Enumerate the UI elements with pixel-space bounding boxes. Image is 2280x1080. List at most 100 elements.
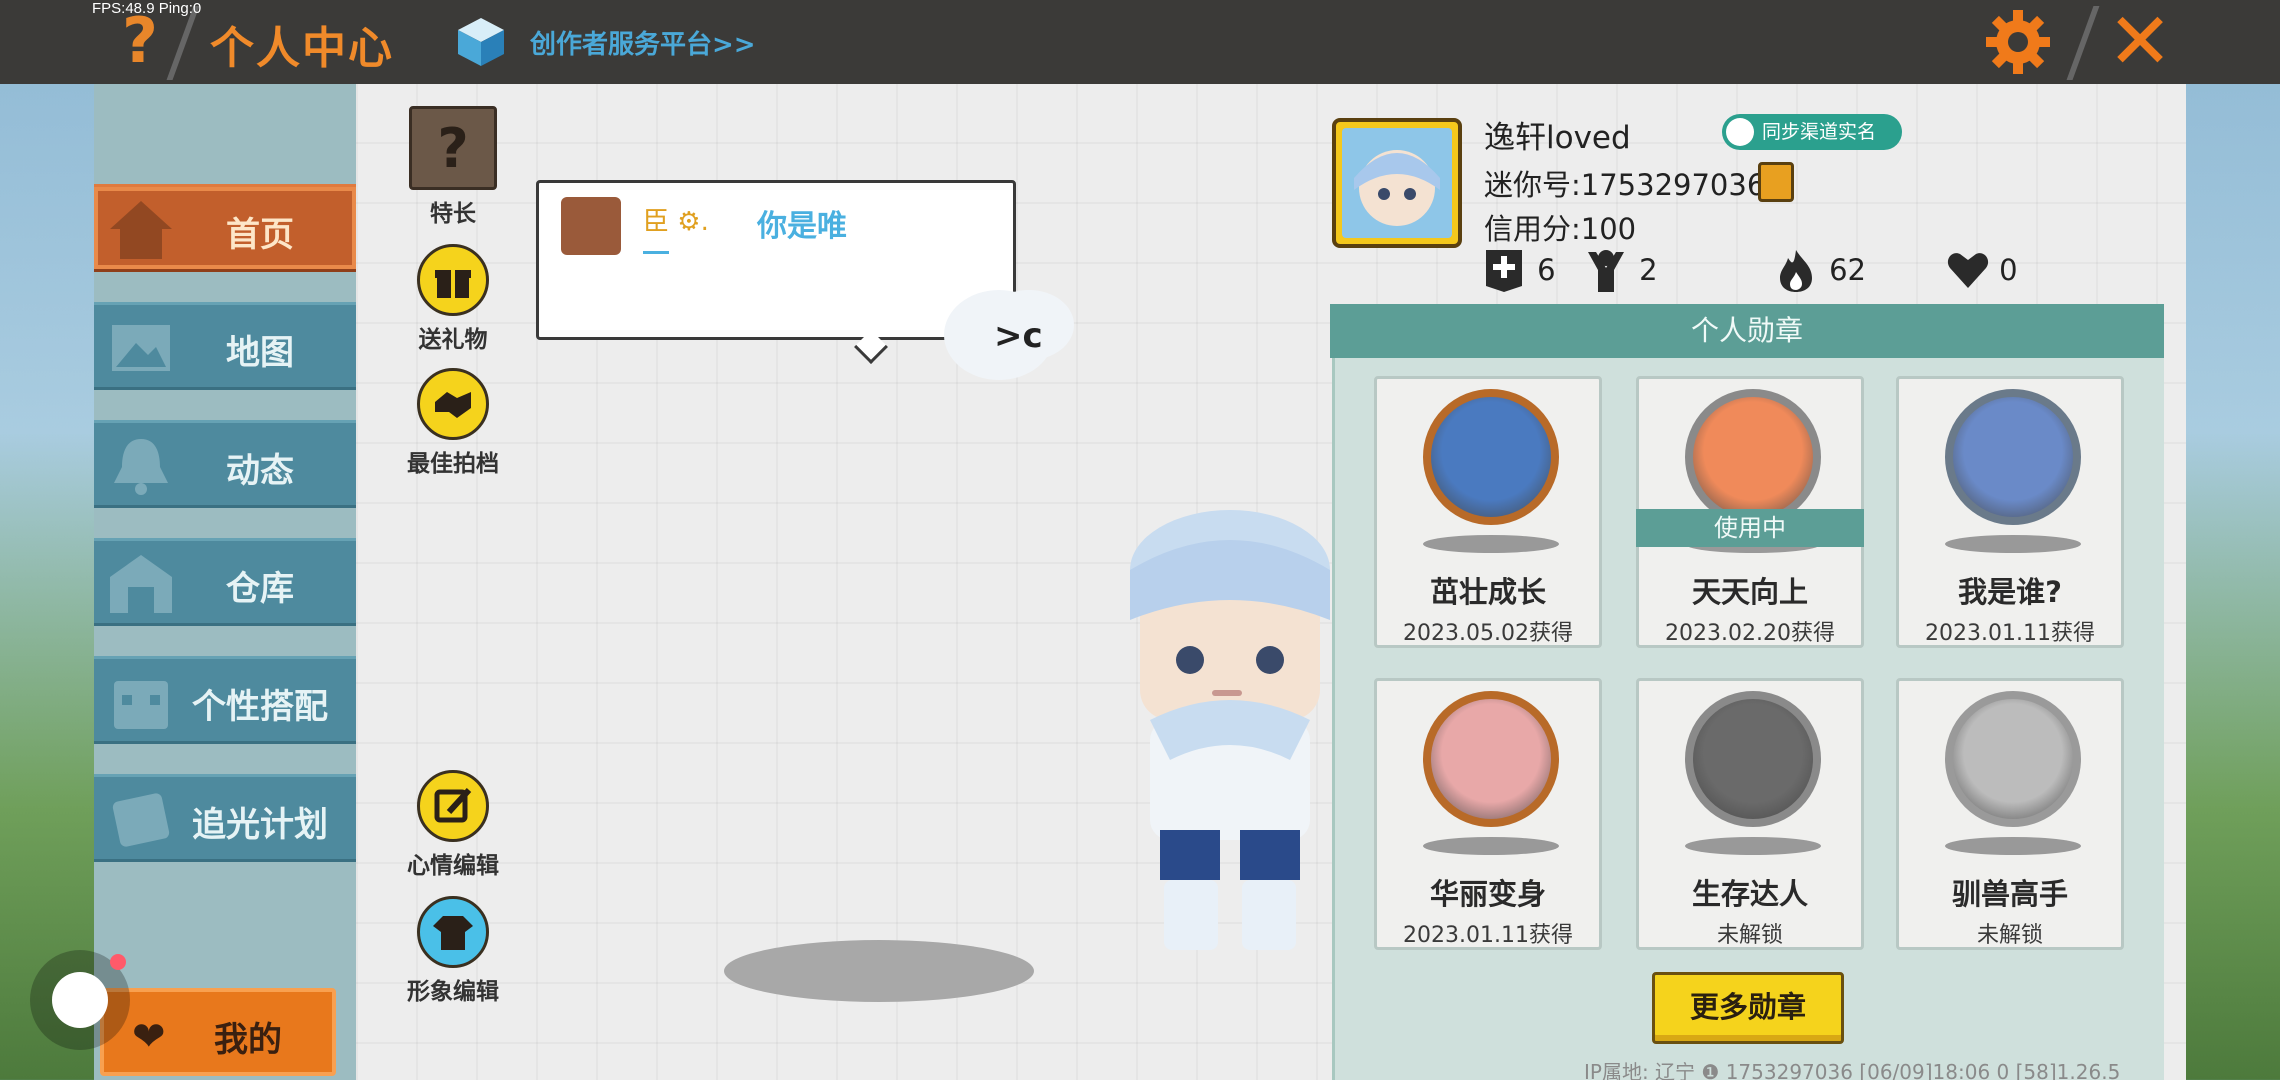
medal-card[interactable]: 使用中天天向上 2023.02.20获得 [1636,376,1864,648]
mood-edit-button[interactable]: 心情编辑 [398,770,508,880]
sidebar-item-label: 地图 [226,333,294,373]
send-gift-button[interactable]: 送礼物 [398,244,508,354]
handshake-icon [417,368,489,440]
specialty-button[interactable]: ? 特长 [398,106,508,228]
sidebar-item-label: 仓库 [226,569,294,609]
medal-name: 茁壮成长 [1429,575,1546,609]
gift-icon [417,244,489,316]
stat-likes[interactable]: 0 [1946,248,2018,294]
send-gift-label: 送礼物 [418,327,488,353]
heart-icon: ❤ [132,1014,166,1060]
medal-panel-title: 个人勋章 [1330,304,2164,358]
mood-bubble[interactable]: 臣 ⚙. 你是唯 [536,180,1016,364]
close-icon[interactable]: ✕ [2100,0,2180,84]
medal-name: 生存达人 [1691,877,1808,911]
medal-card[interactable]: 驯兽高手 未解锁 [1896,678,2124,950]
user-icon [1726,118,1754,146]
medal-icon [1945,691,2081,827]
heart-icon [1946,248,1989,292]
medal-card[interactable]: 华丽变身 2023.01.11获得 [1374,678,1602,950]
joystick[interactable] [30,950,130,1050]
edit-icon [417,770,489,842]
fps-readout: FPS:48.9 Ping:0 [92,0,202,17]
medal-card[interactable]: 茁壮成长 2023.05.02获得 [1374,376,1602,648]
medal-shadow [1423,535,1559,553]
medal-name: 我是谁? [1958,575,2062,609]
creator-platform-link[interactable]: 创作者服务平台>> [530,24,756,61]
medal-date: 2023.01.11获得 [1403,923,1573,948]
sync-realname-badge[interactable]: 同步渠道实名 [1722,114,1902,150]
sidebar-item-warehouse[interactable]: 仓库 [94,538,356,626]
medal-card[interactable]: 生存达人 未解锁 [1636,678,1864,950]
medal-name: 天天向上 [1691,575,1808,609]
sidebar-item-label: 个性搭配 [192,687,328,727]
friends-count: 6 [1537,253,1556,287]
bubble-underline [643,251,669,254]
medal-shadow [1945,837,2081,855]
in-use-badge: 使用中 [1636,509,1864,547]
mood-edit-label: 心情编辑 [407,853,499,879]
medal-name: 华丽变身 [1429,877,1546,911]
notification-dot [110,954,126,970]
medal-icon [1685,691,1821,827]
divider [2066,6,2100,80]
sidebar-item-label: 首页 [226,215,294,255]
stat-popularity[interactable]: 62 [1776,248,1866,294]
joystick-knob[interactable] [52,972,108,1028]
top-bar: ? 个人中心 创作者服务平台>> ✕ [0,0,2280,84]
best-partner-button[interactable]: 最佳拍档 [398,368,508,478]
creator-cube-icon[interactable] [456,16,506,68]
medal-icon [1685,389,1821,525]
bubble-avatar [561,197,621,255]
medal-date: 未解锁 [1976,923,2043,948]
add-friend-icon [1484,248,1524,292]
sidebar-item-label: 追光计划 [192,805,328,845]
flame-icon [1776,248,1816,292]
popularity-count: 62 [1829,253,1866,287]
fans-icon [1586,248,1626,292]
avatar-image [1342,128,1452,238]
image-edit-button[interactable]: 形象编辑 [398,896,508,1006]
username: 逸轩loved [1484,120,1631,156]
sidebar-item-map[interactable]: 地图 [94,302,356,390]
mine-button[interactable]: ❤ 我的 [100,988,336,1076]
medal-date: 2023.02.20获得 [1665,621,1835,646]
sidebar-item-outfit[interactable]: 个性搭配 [94,656,356,744]
medal-card[interactable]: 我是谁? 2023.01.11获得 [1896,376,2124,648]
image-edit-label: 形象编辑 [407,979,499,1005]
divider [166,6,200,80]
medal-icon [1423,389,1559,525]
credit-score: 信用分:100 [1484,212,1637,246]
gear-icon[interactable] [1982,6,2054,78]
medal-shadow [1423,837,1559,855]
sidebar-item-feed[interactable]: 动态 [94,420,356,508]
fans-count: 2 [1639,253,1658,287]
character-shadow [724,940,1034,1002]
medal-icon [1423,691,1559,827]
sidebar-item-label: 动态 [226,451,294,491]
page-title: 个人中心 [210,23,394,74]
stat-friends[interactable]: 6 [1484,248,1556,294]
avatar[interactable] [1332,118,1462,248]
best-partner-label: 最佳拍档 [407,451,499,477]
emote-cloud: >c [944,290,1054,380]
emote-text: >c [994,316,1043,356]
sidebar-item-home[interactable]: 首页 [94,184,356,272]
medal-shadow [1685,837,1821,855]
medal-shadow [1945,535,2081,553]
more-medals-button[interactable]: 更多勋章 [1652,972,1844,1044]
sync-badge-label: 同步渠道实名 [1762,121,1877,143]
likes-count: 0 [1999,253,2018,287]
copy-icon[interactable] [1758,162,1794,202]
medal-date: 2023.05.02获得 [1403,621,1573,646]
stat-fans[interactable]: 2 [1586,248,1658,294]
player-character[interactable] [1120,500,1340,960]
mine-label: 我的 [214,1020,282,1060]
footer-info: IP属地: 辽宁 ❶ 1753297036 [06/09]18:06 0 [58… [1584,1060,2121,1080]
shirt-icon [417,896,489,968]
specialty-label: 特长 [430,201,476,227]
sidebar-item-light-plan[interactable]: 追光计划 [94,774,356,862]
medal-date: 2023.01.11获得 [1925,621,2095,646]
mystery-box-icon: ? [409,106,497,190]
bubble-badge: 臣 ⚙. [643,207,709,237]
